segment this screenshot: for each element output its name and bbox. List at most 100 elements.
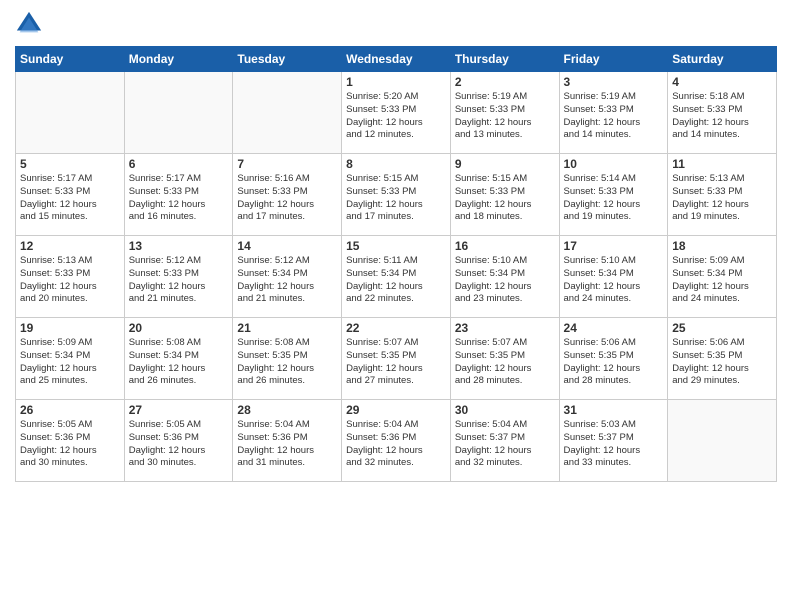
day-number: 10 xyxy=(564,157,664,171)
day-number: 15 xyxy=(346,239,446,253)
day-info: Sunrise: 5:16 AM Sunset: 5:33 PM Dayligh… xyxy=(237,173,337,224)
calendar-cell: 9Sunrise: 5:15 AM Sunset: 5:33 PM Daylig… xyxy=(450,154,559,236)
day-number: 6 xyxy=(129,157,229,171)
day-info: Sunrise: 5:04 AM Sunset: 5:37 PM Dayligh… xyxy=(455,419,555,470)
weekday-header-saturday: Saturday xyxy=(668,47,777,72)
day-info: Sunrise: 5:09 AM Sunset: 5:34 PM Dayligh… xyxy=(20,337,120,388)
week-row-2: 12 Sunrise: 5:13 AM Sunset: 5:33 PM Dayli… xyxy=(16,236,777,318)
calendar-cell: 11 Sunrise: 5:13 AM Sunset: 5:33 PM Dayli… xyxy=(668,154,777,236)
day-info: Sunrise: 5:04 AM Sunset: 5:36 PM Dayligh… xyxy=(346,419,446,470)
weekday-header-friday: Friday xyxy=(559,47,668,72)
day-number: 18 xyxy=(672,239,772,253)
day-info: Sunrise: 5:17 AM Sunset: 5:33 PM Dayligh… xyxy=(129,173,229,224)
day-number: 3 xyxy=(564,75,664,89)
day-info: Sunrise: 5:13 AM Sunset: 5:33 PM Dayligh… xyxy=(20,255,120,306)
day-number: 8 xyxy=(346,157,446,171)
day-info: Sunrise: 5:06 AM Sunset: 5:35 PM Dayligh… xyxy=(564,337,664,388)
calendar-cell: 2Sunrise: 5:19 AM Sunset: 5:33 PM Daylig… xyxy=(450,72,559,154)
calendar-cell: 19 Sunrise: 5:09 AM Sunset: 5:34 PM Dayli… xyxy=(16,318,125,400)
calendar-cell: 15 Sunrise: 5:11 AM Sunset: 5:34 PM Dayli… xyxy=(342,236,451,318)
weekday-header-tuesday: Tuesday xyxy=(233,47,342,72)
day-info: Sunrise: 5:03 AM Sunset: 5:37 PM Dayligh… xyxy=(564,419,664,470)
day-number: 13 xyxy=(129,239,229,253)
week-row-3: 19 Sunrise: 5:09 AM Sunset: 5:34 PM Dayli… xyxy=(16,318,777,400)
calendar-cell: 29 Sunrise: 5:04 AM Sunset: 5:36 PM Dayli… xyxy=(342,400,451,482)
day-number: 11 xyxy=(672,157,772,171)
day-number: 19 xyxy=(20,321,120,335)
day-info: Sunrise: 5:18 AM Sunset: 5:33 PM Dayligh… xyxy=(672,91,772,142)
calendar-cell: 21 Sunrise: 5:08 AM Sunset: 5:35 PM Dayli… xyxy=(233,318,342,400)
calendar-cell xyxy=(668,400,777,482)
calendar-cell: 1 Sunrise: 5:20 AM Sunset: 5:33 PM Daylig… xyxy=(342,72,451,154)
day-number: 25 xyxy=(672,321,772,335)
calendar-cell: 5Sunrise: 5:17 AM Sunset: 5:33 PM Daylig… xyxy=(16,154,125,236)
weekday-header-sunday: Sunday xyxy=(16,47,125,72)
day-info: Sunrise: 5:07 AM Sunset: 5:35 PM Dayligh… xyxy=(455,337,555,388)
week-row-1: 5 Sunrise: 5:17 AM Sunset: 5:33 PM Daylig… xyxy=(16,154,777,236)
day-info: Sunrise: 5:08 AM Sunset: 5:34 PM Dayligh… xyxy=(129,337,229,388)
day-number: 28 xyxy=(237,403,337,417)
day-number: 16 xyxy=(455,239,555,253)
day-number: 22 xyxy=(346,321,446,335)
week-row-4: 26 Sunrise: 5:05 AM Sunset: 5:36 PM Dayli… xyxy=(16,400,777,482)
day-number: 30 xyxy=(455,403,555,417)
day-info: Sunrise: 5:10 AM Sunset: 5:34 PM Dayligh… xyxy=(455,255,555,306)
day-info: Sunrise: 5:05 AM Sunset: 5:36 PM Dayligh… xyxy=(20,419,120,470)
day-info: Sunrise: 5:15 AM Sunset: 5:33 PM Dayligh… xyxy=(346,173,446,224)
calendar-cell: 6 Sunrise: 5:17 AM Sunset: 5:33 PM Daylig… xyxy=(124,154,233,236)
calendar-cell: 23 Sunrise: 5:07 AM Sunset: 5:35 PM Dayli… xyxy=(450,318,559,400)
calendar-cell: 22Sunrise: 5:07 AM Sunset: 5:35 PM Dayli… xyxy=(342,318,451,400)
day-info: Sunrise: 5:05 AM Sunset: 5:36 PM Dayligh… xyxy=(129,419,229,470)
day-number: 29 xyxy=(346,403,446,417)
calendar-cell: 16 Sunrise: 5:10 AM Sunset: 5:34 PM Dayli… xyxy=(450,236,559,318)
day-number: 1 xyxy=(346,75,446,89)
weekday-header-row: SundayMondayTuesdayWednesdayThursdayFrid… xyxy=(16,47,777,72)
day-info: Sunrise: 5:12 AM Sunset: 5:33 PM Dayligh… xyxy=(129,255,229,306)
day-info: Sunrise: 5:10 AM Sunset: 5:34 PM Dayligh… xyxy=(564,255,664,306)
calendar-cell: 14 Sunrise: 5:12 AM Sunset: 5:34 PM Dayli… xyxy=(233,236,342,318)
calendar-cell: 3 Sunrise: 5:19 AM Sunset: 5:33 PM Daylig… xyxy=(559,72,668,154)
header xyxy=(15,10,777,38)
logo xyxy=(15,10,47,38)
weekday-header-monday: Monday xyxy=(124,47,233,72)
day-number: 24 xyxy=(564,321,664,335)
day-info: Sunrise: 5:12 AM Sunset: 5:34 PM Dayligh… xyxy=(237,255,337,306)
day-info: Sunrise: 5:09 AM Sunset: 5:34 PM Dayligh… xyxy=(672,255,772,306)
calendar-cell: 17Sunrise: 5:10 AM Sunset: 5:34 PM Dayli… xyxy=(559,236,668,318)
weekday-header-thursday: Thursday xyxy=(450,47,559,72)
calendar-cell xyxy=(16,72,125,154)
calendar-cell: 28Sunrise: 5:04 AM Sunset: 5:36 PM Dayli… xyxy=(233,400,342,482)
calendar-cell xyxy=(233,72,342,154)
day-info: Sunrise: 5:08 AM Sunset: 5:35 PM Dayligh… xyxy=(237,337,337,388)
day-number: 20 xyxy=(129,321,229,335)
day-info: Sunrise: 5:06 AM Sunset: 5:35 PM Dayligh… xyxy=(672,337,772,388)
day-info: Sunrise: 5:19 AM Sunset: 5:33 PM Dayligh… xyxy=(564,91,664,142)
calendar-cell: 26 Sunrise: 5:05 AM Sunset: 5:36 PM Dayli… xyxy=(16,400,125,482)
calendar-table: SundayMondayTuesdayWednesdayThursdayFrid… xyxy=(15,46,777,482)
calendar-cell: 10 Sunrise: 5:14 AM Sunset: 5:33 PM Dayli… xyxy=(559,154,668,236)
day-info: Sunrise: 5:14 AM Sunset: 5:33 PM Dayligh… xyxy=(564,173,664,224)
calendar-cell: 24 Sunrise: 5:06 AM Sunset: 5:35 PM Dayli… xyxy=(559,318,668,400)
calendar-cell: 27Sunrise: 5:05 AM Sunset: 5:36 PM Dayli… xyxy=(124,400,233,482)
day-number: 26 xyxy=(20,403,120,417)
calendar-cell: 4Sunrise: 5:18 AM Sunset: 5:33 PM Daylig… xyxy=(668,72,777,154)
calendar-cell: 25 Sunrise: 5:06 AM Sunset: 5:35 PM Dayli… xyxy=(668,318,777,400)
day-number: 23 xyxy=(455,321,555,335)
calendar-cell: 31 Sunrise: 5:03 AM Sunset: 5:37 PM Dayli… xyxy=(559,400,668,482)
day-number: 21 xyxy=(237,321,337,335)
day-number: 7 xyxy=(237,157,337,171)
calendar-cell: 7 Sunrise: 5:16 AM Sunset: 5:33 PM Daylig… xyxy=(233,154,342,236)
day-number: 5 xyxy=(20,157,120,171)
calendar-cell: 12 Sunrise: 5:13 AM Sunset: 5:33 PM Dayli… xyxy=(16,236,125,318)
calendar-cell: 13 Sunrise: 5:12 AM Sunset: 5:33 PM Dayli… xyxy=(124,236,233,318)
day-info: Sunrise: 5:13 AM Sunset: 5:33 PM Dayligh… xyxy=(672,173,772,224)
day-info: Sunrise: 5:15 AM Sunset: 5:33 PM Dayligh… xyxy=(455,173,555,224)
page: SundayMondayTuesdayWednesdayThursdayFrid… xyxy=(0,0,792,612)
logo-icon xyxy=(15,10,43,38)
calendar-cell: 20 Sunrise: 5:08 AM Sunset: 5:34 PM Dayli… xyxy=(124,318,233,400)
day-number: 12 xyxy=(20,239,120,253)
day-info: Sunrise: 5:20 AM Sunset: 5:33 PM Dayligh… xyxy=(346,91,446,142)
day-number: 14 xyxy=(237,239,337,253)
day-info: Sunrise: 5:11 AM Sunset: 5:34 PM Dayligh… xyxy=(346,255,446,306)
day-number: 31 xyxy=(564,403,664,417)
